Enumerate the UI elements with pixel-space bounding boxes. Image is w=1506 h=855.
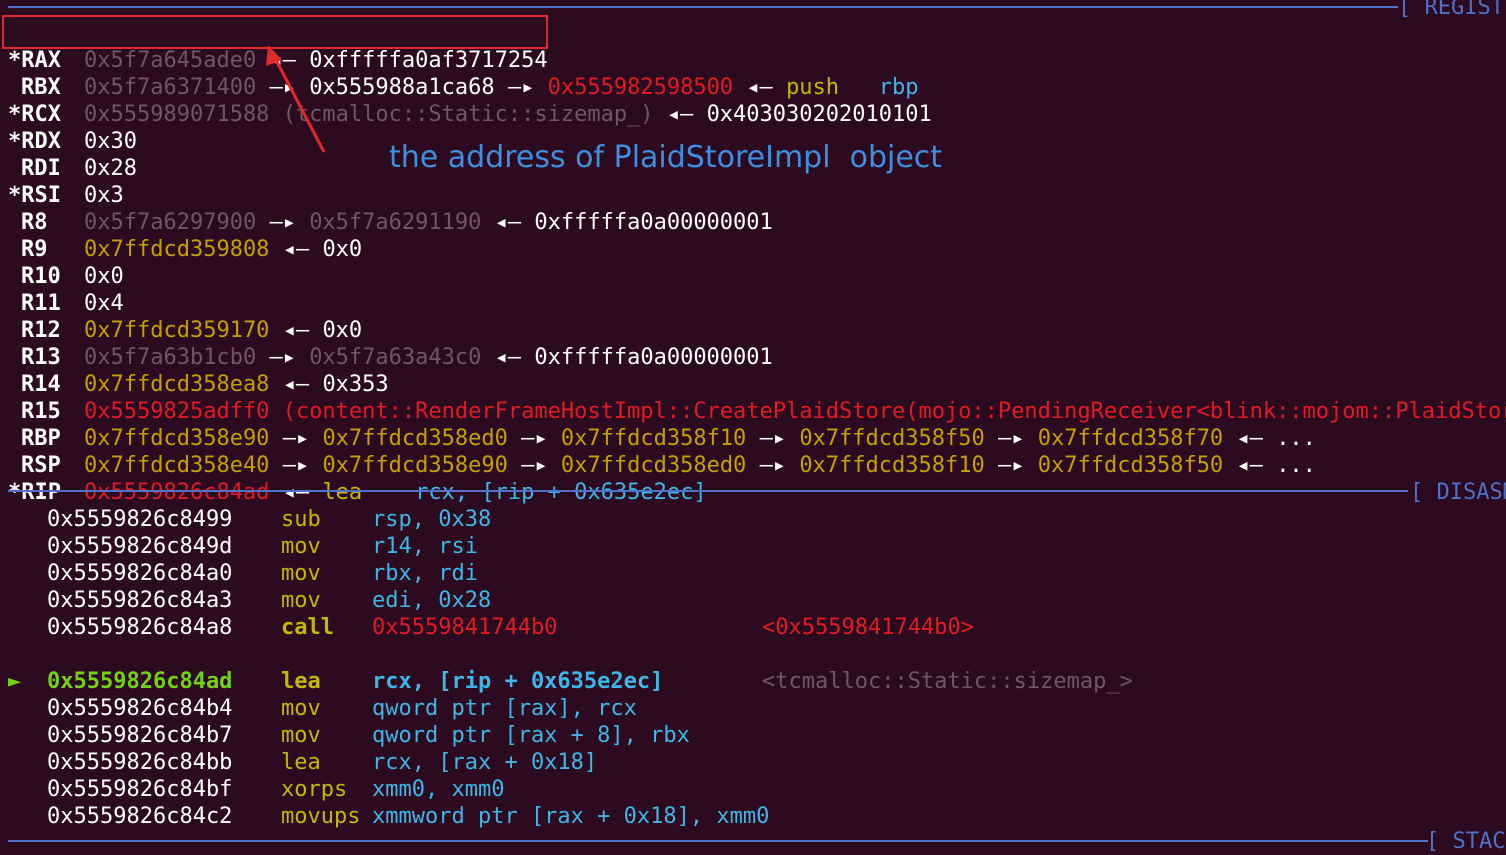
register-r11: R11 0x4 xyxy=(8,263,124,316)
disasm-row: 0x5559826c84bb lea rcx, [rax + 0x18] xyxy=(8,749,762,776)
registers-header: [ REGISTERS ] xyxy=(1398,0,1506,20)
arrow-icon: ◂— xyxy=(666,102,694,127)
current-instruction-marker-icon: ► xyxy=(8,669,22,694)
disasm-operands: 0x5559841744b0 xyxy=(372,615,558,640)
disasm-row: 0x5559826c84b7 mov qword ptr [rax + 8], rb… xyxy=(8,722,762,749)
disasm-address: 0x5559826c84bf xyxy=(47,777,233,802)
disasm-operands: rcx, [rip + 0x635e2ec] xyxy=(372,669,664,694)
arrow-icon: ◂— xyxy=(282,237,310,262)
register-rdx: *RDX 0x30 xyxy=(8,101,137,154)
disasm-operands: qword ptr [rax], rcx xyxy=(372,696,637,721)
arrow-icon: —▸ xyxy=(759,453,787,478)
disasm-mnemonic: call xyxy=(281,615,334,640)
disasm-address: 0x5559826c84b4 xyxy=(47,696,233,721)
register-deref: 0x7ffdcd358f50 xyxy=(1037,453,1224,478)
arrow-icon: ◂— xyxy=(494,345,522,370)
disasm-mnemonic: movups xyxy=(281,804,361,829)
disasm-address: 0x5559826c84b7 xyxy=(47,723,233,748)
register-deref: 0x403030202010101 xyxy=(706,102,932,127)
register-rdi: RDI 0x28 xyxy=(8,128,137,181)
instruction-op: lea xyxy=(322,480,363,505)
disasm-address: 0x5559826c84bb xyxy=(47,750,233,775)
register-deref: 0xfffffa0a00000001 xyxy=(534,210,773,235)
register-rsi: *RSI 0x3 xyxy=(8,155,124,208)
disasm-mnemonic: lea xyxy=(281,750,321,775)
instruction-arg: rcx, xyxy=(415,480,469,505)
disasm-separator xyxy=(8,490,1408,492)
disasm-mnemonic: xorps xyxy=(281,777,348,802)
arrow-icon: —▸ xyxy=(998,453,1025,478)
disasm-mnemonic: mov xyxy=(281,534,321,559)
register-r15: R15 0x5559825adff0 (content::RenderFrameH… xyxy=(8,371,1506,424)
register-r13: R13 0x5f7a63b1cb0 —▸ 0x5f7a63a43c0 ◂— 0xf… xyxy=(8,317,773,370)
disasm-row: 0x5559826c84b4 mov qword ptr [rax], rcx xyxy=(8,695,762,722)
disasm-operands: rbx, rdi xyxy=(372,561,478,586)
instruction-arg: [rip + 0x635e2ec] xyxy=(481,480,707,505)
register-value: 0x5559826c84ad xyxy=(84,480,270,505)
disasm-operands: qword ptr [rax + 8], rbx xyxy=(372,723,690,748)
disasm-mnemonic: lea xyxy=(281,669,321,694)
disasm-address: 0x5559826c84c2 xyxy=(47,804,233,829)
disasm-comment: <tcmalloc::Static::sizemap_> xyxy=(762,669,1133,694)
disasm-row: 0x5559826c84bf xorps xmm0, xmm0 xyxy=(8,776,762,803)
disasm-address: 0x5559826c849d xyxy=(47,534,233,559)
disasm-row: 0x5559826c84a0 mov rbx, rdi xyxy=(8,560,762,587)
register-rsp: RSP 0x7ffdcd358e40 —▸ 0x7ffdcd358e90 —▸ 0… xyxy=(8,425,1316,478)
annotation-text: the address of PlaidStoreImpl object xyxy=(389,140,943,175)
register-r14: R14 0x7ffdcd358ea8 ◂— 0x353 xyxy=(8,344,389,397)
register-deref: 0x0 xyxy=(322,237,363,262)
register-rbx: RBX 0x5f7a6371400 —▸ 0x555988a1ca68 —▸ 0x… xyxy=(8,47,919,100)
register-deref: 0x7ffdcd358f10 xyxy=(799,453,985,478)
arrow-icon: ◂— xyxy=(282,480,310,505)
disasm-operands: rcx, [rax + 0x18] xyxy=(372,750,598,775)
disasm-mnemonic: mov xyxy=(281,588,321,613)
register-r9: R9 0x7ffdcd359808 ◂— 0x0 xyxy=(8,209,362,262)
disasm-address: 0x5559826c84a8 xyxy=(47,615,233,640)
ellipsis: ... xyxy=(1276,453,1316,478)
disasm-row: 0x5559826c84a8 call 0x5559841744b0 <0x55598… xyxy=(8,614,974,641)
register-r8: R8 0x5f7a6297900 —▸ 0x5f7a6291190 ◂— 0xff… xyxy=(8,182,773,235)
disasm-row: 0x5559826c84a3 mov edi, 0x28 xyxy=(8,587,762,614)
disasm-address: 0x5559826c84a3 xyxy=(47,588,233,613)
disasm-address: 0x5559826c84ad xyxy=(47,669,233,694)
disasm-row: 0x5559826c84c2 movups xmmword ptr [rax + 0… xyxy=(8,803,770,830)
disasm-mnemonic: mov xyxy=(281,723,321,748)
disasm-operands: r14, rsi xyxy=(372,534,478,559)
disasm-address: 0x5559826c8499 xyxy=(47,507,233,532)
register-rcx: *RCX 0x555989071588 (tcmalloc::Static::si… xyxy=(8,74,932,127)
register-deref: 0xfffffa0a00000001 xyxy=(534,345,773,370)
register-rip: *RIP 0x5559826c84ad ◂— lea rcx, [rip + 0x… xyxy=(8,452,707,505)
disasm-comment: <0x5559841744b0> xyxy=(762,615,974,640)
disasm-mnemonic: sub xyxy=(281,507,321,532)
disasm-operands: xmmword ptr [rax + 0x18], xmm0 xyxy=(372,804,770,829)
disasm-operands: edi, 0x28 xyxy=(372,588,492,613)
disasm-mnemonic: mov xyxy=(281,696,321,721)
register-rbp: RBP 0x7ffdcd358e90 —▸ 0x7ffdcd358ed0 —▸ 0… xyxy=(8,398,1316,451)
register-rax: *RAX 0x5f7a645ade0 ◂— 0xfffffa0af3717254 xyxy=(8,20,548,73)
stack-header: [ STACK ] xyxy=(1426,829,1506,854)
disasm-operands: rsp, 0x38 xyxy=(372,507,492,532)
disasm-address: 0x5559826c84a0 xyxy=(47,561,233,586)
disasm-header: [ DISASM ] xyxy=(1410,480,1506,505)
disasm-mnemonic: mov xyxy=(281,561,321,586)
disasm-row: 0x5559826c849d mov r14, rsi xyxy=(8,533,762,560)
disasm-row: 0x5559826c8499 sub rsp, 0x38 xyxy=(8,506,762,533)
arrow-icon: ◂— xyxy=(494,210,522,235)
register-name: *RIP xyxy=(8,480,61,505)
register-r10: R10 0x0 xyxy=(8,236,124,289)
arrow-icon: ◂— xyxy=(1236,453,1263,478)
registers-separator xyxy=(8,6,1398,8)
stack-separator xyxy=(8,840,1428,842)
register-r12: R12 0x7ffdcd359170 ◂— 0x0 xyxy=(8,290,362,343)
disasm-operands: xmm0, xmm0 xyxy=(372,777,505,802)
symbol-name: (tcmalloc::Static::sizemap_) xyxy=(282,102,654,127)
disasm-row: ► 0x5559826c84ad lea rcx, [rip + 0x635e2ec]… xyxy=(8,668,1133,695)
